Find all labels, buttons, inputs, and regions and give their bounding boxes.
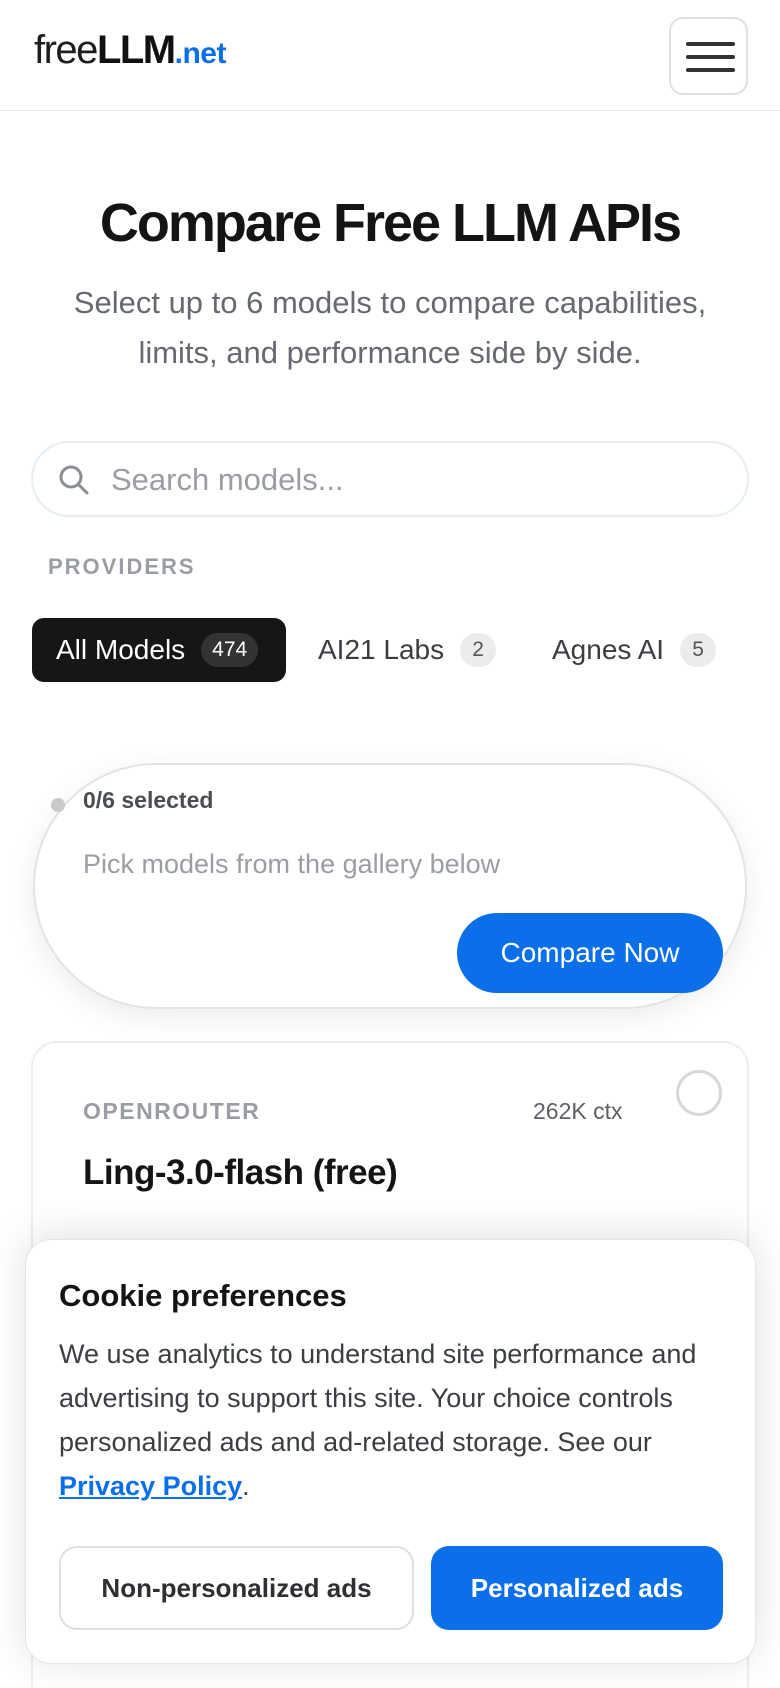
- search-box[interactable]: [31, 441, 749, 517]
- status-dot-icon: [51, 798, 65, 812]
- cookie-body-end: .: [242, 1471, 250, 1501]
- cookie-dialog-body: We use analytics to understand site perf…: [59, 1332, 729, 1508]
- compare-now-button[interactable]: Compare Now: [457, 913, 723, 993]
- site-header: freeLLM.net: [0, 0, 780, 111]
- provider-chip-agnes-ai[interactable]: Agnes AI 5: [552, 618, 717, 682]
- chip-label: AI21 Labs: [318, 634, 445, 665]
- provider-chip-ai21-labs[interactable]: AI21 Labs 2: [318, 618, 497, 682]
- page-subtitle: Select up to 6 models to compare capabil…: [73, 285, 707, 370]
- site-logo[interactable]: freeLLM.net: [34, 30, 226, 70]
- logo-main: LLM: [96, 28, 176, 72]
- chip-label: Agnes AI: [552, 634, 665, 665]
- personalized-ads-button[interactable]: Personalized ads: [431, 1546, 723, 1630]
- cookie-body-text: We use analytics to understand site perf…: [59, 1339, 697, 1457]
- providers-label: PROVIDERS: [48, 554, 196, 579]
- logo-prefix: free: [34, 28, 98, 72]
- provider-chip-all-models[interactable]: All Models 474: [32, 618, 286, 682]
- page: freeLLM.net Compare Free LLM APIs Select…: [0, 0, 780, 1688]
- cookie-dialog-title: Cookie preferences: [59, 1278, 347, 1313]
- cookie-preferences-dialog: Cookie preferences We use analytics to u…: [25, 1239, 756, 1664]
- hamburger-icon-line: [686, 68, 735, 72]
- search-input[interactable]: [111, 453, 721, 507]
- logo-tld: .net: [174, 37, 227, 70]
- chip-count-badge: 5: [680, 633, 717, 667]
- model-provider: OPENROUTER: [83, 1098, 261, 1124]
- chip-count-badge: 2: [460, 633, 497, 667]
- search-icon: [59, 465, 89, 495]
- hamburger-menu-button[interactable]: [669, 17, 748, 95]
- hamburger-icon: [686, 42, 735, 46]
- compare-selection-bar: 0/6 selected Pick models from the galler…: [33, 763, 747, 1009]
- model-context-size: 262K ctx: [533, 1098, 623, 1124]
- page-title: Compare Free LLM APIs: [99, 193, 682, 253]
- hamburger-icon-line: [686, 55, 735, 59]
- selection-hint: Pick models from the gallery below: [83, 849, 501, 879]
- model-name: Ling-3.0-flash (free): [83, 1153, 398, 1192]
- privacy-policy-link[interactable]: Privacy Policy: [59, 1471, 242, 1501]
- chip-label: All Models: [56, 634, 186, 665]
- chip-count-badge: 474: [201, 633, 259, 667]
- selected-count: 0/6 selected: [83, 787, 214, 813]
- non-personalized-ads-button[interactable]: Non-personalized ads: [59, 1546, 414, 1630]
- model-select-radio[interactable]: [676, 1070, 722, 1116]
